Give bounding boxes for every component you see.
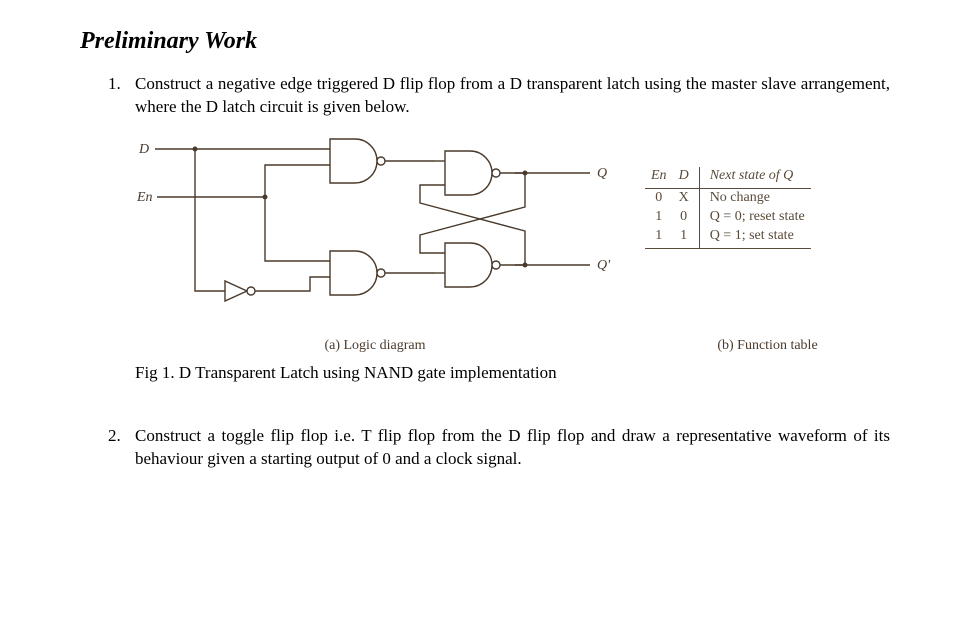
- inverter-bubble: [247, 287, 255, 295]
- subcaption-a: (a) Logic diagram: [135, 337, 615, 356]
- table-row: 1 0 Q = 0; reset state: [645, 208, 811, 227]
- nand3-bubble: [492, 169, 500, 177]
- label-d: D: [138, 142, 149, 157]
- node-d: [193, 146, 198, 151]
- node-qprime: [523, 262, 528, 267]
- function-table-header-row: En D Next state of Q: [645, 167, 811, 188]
- nand4-bubble: [492, 261, 500, 269]
- label-en: En: [136, 190, 153, 205]
- table-row: 1 1 Q = 1; set state: [645, 227, 811, 249]
- subcaption-b: (b) Function table: [615, 337, 890, 356]
- cell-d: X: [673, 188, 700, 207]
- logic-diagram-svg: D En: [135, 131, 615, 331]
- figure-row: D En: [135, 131, 890, 331]
- nand4-body: [445, 243, 492, 287]
- question-2: Construct a toggle flip flop i.e. T flip…: [125, 425, 890, 471]
- subcaption-row: (a) Logic diagram (b) Function table: [135, 337, 890, 356]
- function-table: En D Next state of Q 0 X No change 1 0: [645, 167, 811, 250]
- th-en: En: [645, 167, 673, 188]
- table-row: 0 X No change: [645, 188, 811, 207]
- th-next: Next state of Q: [699, 167, 810, 188]
- cell-en: 1: [645, 208, 673, 227]
- wire-en-top: [265, 165, 330, 197]
- cell-next: Q = 1; set state: [699, 227, 810, 249]
- section-heading: Preliminary Work: [80, 28, 890, 55]
- logic-diagram: D En: [135, 131, 615, 331]
- question-1-text: Construct a negative edge triggered D fl…: [135, 74, 890, 116]
- wire-en-bot: [265, 197, 330, 261]
- nand2-body: [330, 251, 377, 295]
- inverter-body: [225, 281, 247, 301]
- function-table-wrap: En D Next state of Q 0 X No change 1 0: [645, 167, 811, 250]
- nand3-body: [445, 151, 492, 195]
- cell-next: Q = 0; reset state: [699, 208, 810, 227]
- question-list: Construct a negative edge triggered D fl…: [80, 73, 890, 471]
- cell-next: No change: [699, 188, 810, 207]
- question-1: Construct a negative edge triggered D fl…: [125, 73, 890, 385]
- label-qprime: Q': [597, 258, 611, 273]
- cell-en: 1: [645, 227, 673, 249]
- figure-caption: Fig 1. D Transparent Latch using NAND ga…: [135, 362, 890, 385]
- label-q: Q: [597, 166, 607, 181]
- node-q: [523, 170, 528, 175]
- cell-en: 0: [645, 188, 673, 207]
- wire-inv-out: [255, 277, 330, 291]
- cell-d: 1: [673, 227, 700, 249]
- cell-d: 0: [673, 208, 700, 227]
- nand1-bubble: [377, 157, 385, 165]
- nand1-body: [330, 139, 377, 183]
- question-2-text: Construct a toggle flip flop i.e. T flip…: [135, 426, 890, 468]
- page: Preliminary Work Construct a negative ed…: [0, 0, 970, 643]
- th-d: D: [673, 167, 700, 188]
- nand2-bubble: [377, 269, 385, 277]
- wire-d-tap: [195, 149, 225, 291]
